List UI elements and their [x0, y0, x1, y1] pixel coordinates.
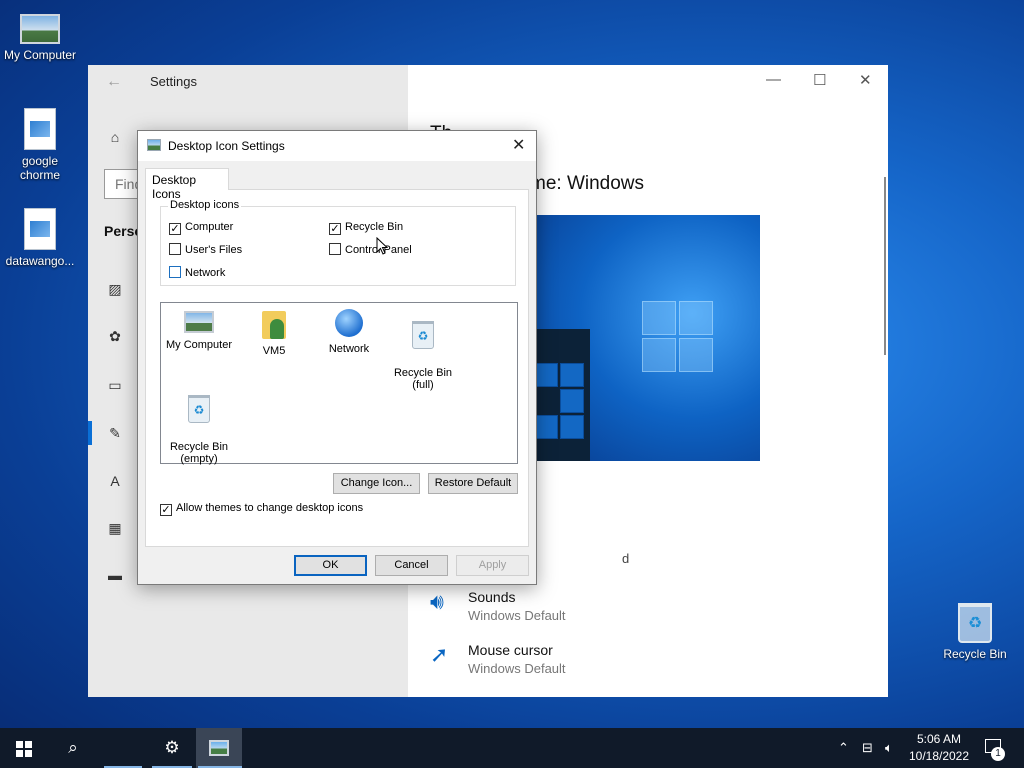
desktop-icon-recycle-bin[interactable]: ♻ Recycle Bin	[935, 603, 1015, 661]
desktop-settings-taskbar-icon[interactable]	[196, 728, 242, 768]
windows-logo-icon	[16, 741, 32, 757]
checkbox-recycle-bin[interactable]: ✓ Recycle Bin	[329, 221, 403, 235]
list-item-label: Recycle Bin (full)	[393, 367, 453, 391]
desktop-icon-label: Recycle Bin	[943, 647, 1007, 661]
checkbox-box[interactable]	[329, 243, 341, 255]
checkbox-label: Recycle Bin	[345, 221, 404, 233]
list-item-label: VM5	[262, 345, 286, 357]
computer-icon	[20, 14, 60, 44]
notification-badge: 1	[991, 747, 1005, 761]
font-icon[interactable]: A	[105, 473, 125, 489]
list-item-label: My Computer	[165, 339, 233, 351]
checkbox-label: Computer	[185, 221, 234, 233]
setting-value: Windows Default	[468, 608, 566, 623]
ok-button[interactable]: OK	[294, 555, 367, 576]
desktop-icons-group: Desktop icons ✓ Computer ✓ Recycle Bin Use…	[160, 199, 516, 286]
back-arrow-icon[interactable]: ←	[106, 73, 122, 91]
lock-screen-icon[interactable]: ▭	[105, 377, 125, 394]
network-icon	[335, 309, 363, 337]
start-menu-preview	[534, 329, 590, 461]
start-button[interactable]	[0, 728, 46, 768]
windows-logo-icon	[642, 301, 714, 373]
minimize-button[interactable]: —	[766, 71, 781, 88]
checkbox-allow-themes[interactable]: ✓ Allow themes to change desktop icons	[160, 502, 363, 516]
checkbox-box[interactable]: ✓	[160, 504, 172, 516]
list-item[interactable]: ♻ Recycle Bin (empty)	[163, 383, 235, 477]
dialog-title: Desktop Icon Settings	[168, 139, 285, 153]
network-icon[interactable]: ⊟	[862, 728, 873, 768]
list-item-label: Network	[328, 343, 370, 355]
dialog-close-icon[interactable]: ✕	[512, 135, 525, 155]
themes-icon[interactable]: ✎	[105, 425, 125, 442]
checkbox-box[interactable]	[169, 243, 181, 255]
scrollbar[interactable]	[884, 177, 886, 355]
theme-preview	[534, 215, 760, 461]
image-file-icon	[24, 208, 56, 250]
computer-icon	[184, 311, 214, 333]
date: 10/18/2022	[908, 749, 970, 763]
checkbox-users-files[interactable]: User's Files	[169, 243, 242, 257]
checkbox-box[interactable]: ✓	[329, 223, 341, 235]
settings-title: Settings	[150, 74, 197, 89]
taskbar-icon[interactable]: ▬	[105, 567, 125, 583]
desktop-icon-label: google chorme	[19, 154, 60, 182]
start-icon[interactable]: ▦	[105, 520, 125, 537]
recycle-bin-full-icon: ♻	[412, 321, 434, 349]
current-theme-heading: me: Windows	[530, 173, 645, 194]
chevron-up-icon[interactable]: ⌃	[838, 728, 849, 768]
list-item[interactable]: VM5	[238, 311, 310, 357]
partial-label: d	[622, 551, 630, 566]
volume-icon[interactable]: 🔈︎	[885, 728, 893, 768]
setting-name: Sounds	[468, 589, 516, 605]
desktop-icon-label: datawango...	[5, 254, 75, 268]
tab-panel: Desktop icons ✓ Computer ✓ Recycle Bin Use…	[145, 189, 529, 547]
checkbox-label: Allow themes to change desktop icons	[176, 502, 364, 514]
dialog-titlebar: Desktop Icon Settings ✕	[138, 131, 536, 161]
taskbar: ⌕ ⚙ ⌃ ⊟ 🔈︎ 5:06 AM 10/18/2022 1	[0, 728, 1024, 768]
recycle-bin-empty-icon: ♻	[188, 395, 210, 423]
home-icon[interactable]: ⌂	[105, 129, 125, 145]
palette-icon[interactable]: ✿	[105, 328, 125, 345]
search-icon[interactable]: ⌕	[50, 728, 96, 768]
desktop-icon-datawango[interactable]: datawango...	[0, 208, 80, 268]
recycle-bin-icon: ♻	[958, 603, 992, 643]
checkbox-box[interactable]	[169, 266, 181, 278]
checkbox-label: User's Files	[185, 244, 243, 256]
clock[interactable]: 5:06 AM 10/18/2022	[904, 731, 974, 765]
pointer-icon: ➚	[430, 642, 449, 667]
desktop-icon-my-computer[interactable]: My Computer	[0, 14, 80, 62]
setting-name: Mouse cursor	[468, 642, 553, 658]
user-folder-icon	[262, 311, 286, 339]
list-item-label: Recycle Bin (empty)	[169, 441, 229, 465]
image-file-icon	[24, 108, 56, 150]
speaker-icon: 🔊︎	[430, 589, 444, 614]
list-item[interactable]: ♻ Recycle Bin (full)	[387, 309, 459, 403]
desktop-settings-icon	[147, 139, 161, 151]
close-button[interactable]: ✕	[859, 71, 872, 89]
checkbox-box[interactable]: ✓	[169, 223, 181, 235]
checkbox-computer[interactable]: ✓ Computer	[169, 221, 233, 235]
desktop-icon-settings-dialog: Desktop Icon Settings ✕ Desktop Icons De…	[137, 130, 537, 585]
change-icon-button[interactable]: Change Icon...	[333, 473, 420, 494]
icon-list[interactable]: My Computer VM5 Network ♻ Recycle Bin (f…	[160, 302, 518, 465]
checkbox-control-panel[interactable]: Control Panel	[329, 243, 412, 257]
list-item[interactable]: Network	[313, 309, 385, 355]
cancel-button[interactable]: Cancel	[375, 555, 448, 576]
list-item[interactable]: My Computer	[163, 311, 235, 351]
image-icon[interactable]: ▨	[105, 281, 125, 298]
restore-default-button[interactable]: Restore Default	[428, 473, 518, 494]
setting-value: Windows Default	[468, 661, 566, 676]
desktop-icon-label: My Computer	[3, 48, 77, 62]
tab-desktop-icons[interactable]: Desktop Icons	[145, 168, 229, 201]
checkbox-network[interactable]: Network	[169, 266, 225, 280]
desktop-icon-google-chorme[interactable]: google chorme	[0, 108, 80, 182]
checkbox-label: Network	[185, 267, 226, 279]
gear-icon[interactable]: ⚙	[149, 728, 195, 768]
apply-button[interactable]: Apply	[456, 555, 529, 576]
maximize-button[interactable]: ☐	[813, 71, 826, 89]
selected-indicator	[88, 421, 92, 445]
time: 5:06 AM	[916, 732, 962, 746]
mouse-pointer-icon	[376, 237, 388, 255]
